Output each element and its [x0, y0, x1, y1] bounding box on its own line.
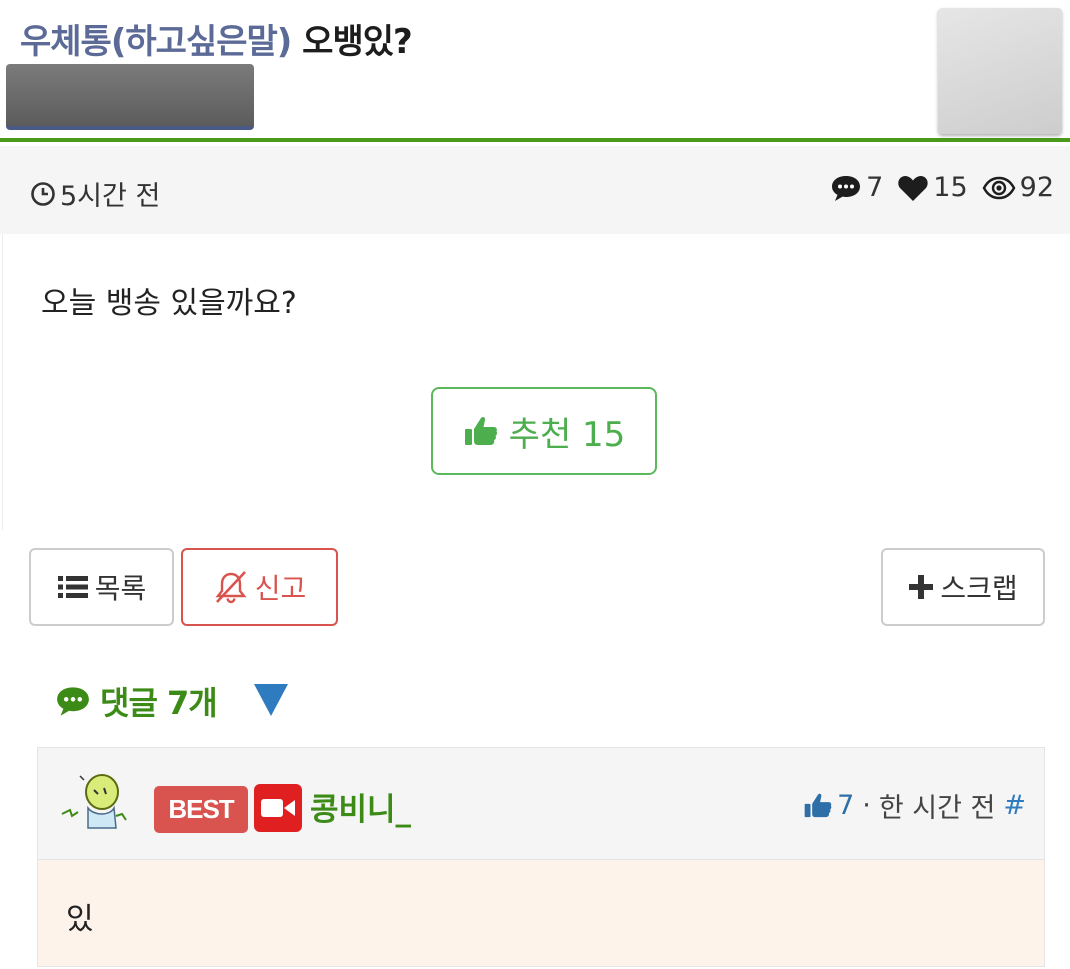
like-count-text: 15: [933, 172, 968, 203]
post-title: 우체통(하고싶은말) 오뱅있?: [20, 14, 413, 63]
comment-permalink[interactable]: #: [1003, 790, 1026, 821]
clock-icon: [31, 181, 55, 206]
view-count-text: 92: [1019, 172, 1054, 203]
list-button-label: 목록: [94, 572, 147, 605]
recommend-label: 추천 15: [508, 414, 626, 455]
best-badge: BEST: [154, 786, 248, 833]
comment-likes[interactable]: 7: [803, 790, 854, 821]
report-button-label: 신고: [254, 572, 307, 605]
bell-slash-icon: [215, 571, 247, 604]
comment-count: 7: [830, 172, 883, 203]
list-button[interactable]: 목록: [29, 548, 174, 626]
post-body-text: 오늘 뱅송 있을까요?: [41, 286, 297, 321]
report-button[interactable]: 신고: [181, 548, 338, 626]
comment-text: 있: [66, 902, 94, 937]
comment-header: BEST 콩비니_ 7 · 한 시간 전 #: [38, 748, 1044, 860]
comment-time: 한 시간 전: [878, 793, 996, 824]
post-meta-bar: 5시간 전 7 15 92: [0, 146, 1070, 234]
plus-icon: [909, 575, 934, 599]
post-subject: 오뱅있?: [302, 22, 413, 62]
comment-item: BEST 콩비니_ 7 · 한 시간 전 # 있: [37, 747, 1045, 967]
avatar[interactable]: [58, 770, 132, 840]
recommend-button[interactable]: 추천 15: [431, 387, 657, 475]
comments-toggle-triangle-icon[interactable]: [254, 684, 288, 716]
heart-icon: [898, 175, 928, 201]
post-category-link[interactable]: 우체통(하고싶은말): [20, 22, 292, 62]
meta-separator: ·: [862, 790, 871, 821]
comment-bubble-icon: [57, 687, 89, 716]
post-time-text: 5시간 전: [60, 181, 161, 212]
post-content: 오늘 뱅송 있을까요? 추천 15: [2, 234, 1070, 530]
list-icon: [57, 576, 88, 598]
author-profile-image[interactable]: [938, 8, 1062, 134]
comment-count-text: 7: [866, 172, 884, 203]
comments-header: 댓글 7개: [54, 678, 218, 724]
post-stats: 7 15 92: [830, 172, 1054, 203]
comments-header-label: 댓글 7개: [100, 684, 218, 722]
post-header: 우체통(하고싶은말) 오뱅있?: [0, 0, 1070, 142]
comment-meta: 7 · 한 시간 전 #: [803, 786, 1026, 825]
thumbs-up-icon: [804, 793, 832, 818]
comment-bubble-icon: [832, 175, 861, 201]
comment-body: 있: [38, 860, 1044, 966]
eye-icon: [982, 176, 1016, 199]
author-name-redacted[interactable]: [6, 64, 254, 130]
scrap-button[interactable]: 스크랩: [881, 548, 1045, 626]
thumbs-up-icon: [464, 416, 497, 445]
scrap-button-label: 스크랩: [940, 572, 1018, 605]
like-count: 15: [897, 172, 968, 203]
view-count: 92: [982, 172, 1054, 203]
video-camera-icon: [254, 784, 302, 832]
comment-author-nickname[interactable]: 콩비니_: [310, 784, 411, 829]
comment-likes-count: 7: [837, 790, 855, 821]
post-time: 5시간 전: [30, 174, 160, 213]
